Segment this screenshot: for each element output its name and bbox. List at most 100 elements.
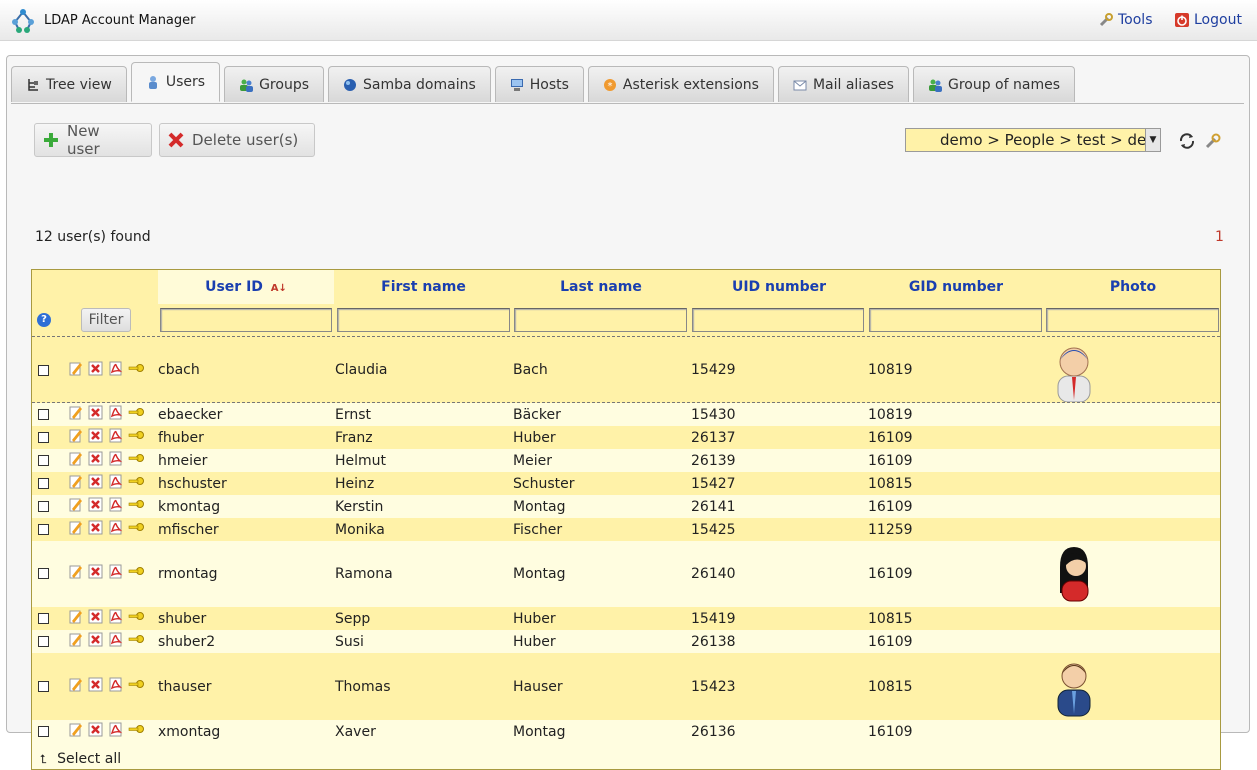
table-row[interactable]: rmontag Ramona Montag 26140 16109 — [32, 541, 1220, 607]
key-icon[interactable] — [128, 451, 145, 466]
table-row[interactable]: hmeier Helmut Meier 26139 16109 — [32, 449, 1220, 472]
edit-icon[interactable] — [68, 677, 83, 692]
page-number-link[interactable]: 1 — [1215, 229, 1224, 245]
edit-icon[interactable] — [68, 520, 83, 535]
row-checkbox[interactable] — [38, 431, 49, 443]
pdf-icon[interactable] — [108, 520, 123, 535]
pdf-icon[interactable] — [108, 451, 123, 466]
tab-samba-domains[interactable]: Samba domains — [328, 66, 491, 102]
pdf-icon[interactable] — [108, 428, 123, 443]
tools-link[interactable]: Tools — [1098, 12, 1153, 28]
key-icon[interactable] — [128, 564, 145, 579]
filter-photo-input[interactable] — [1046, 308, 1219, 332]
delete-icon[interactable] — [88, 361, 103, 376]
pdf-icon[interactable] — [108, 361, 123, 376]
edit-icon[interactable] — [68, 497, 83, 512]
key-icon[interactable] — [128, 609, 145, 624]
pdf-icon[interactable] — [108, 474, 123, 489]
row-checkbox[interactable] — [38, 477, 49, 489]
pdf-icon[interactable] — [108, 722, 123, 737]
delete-icon[interactable] — [88, 722, 103, 737]
new-user-button[interactable]: New user — [34, 122, 152, 158]
table-row[interactable]: ebaecker Ernst Bäcker 15430 10819 — [32, 403, 1220, 426]
row-checkbox[interactable] — [38, 500, 49, 512]
col-last-name-header[interactable]: Last name — [513, 270, 689, 304]
filter-uid-number-input[interactable] — [692, 308, 864, 332]
edit-icon[interactable] — [68, 451, 83, 466]
key-icon[interactable] — [128, 632, 145, 647]
col-gid-number-header[interactable]: GID number — [868, 270, 1044, 304]
row-checkbox[interactable] — [38, 612, 49, 624]
col-first-name-header[interactable]: First name — [335, 270, 512, 304]
tab-hosts[interactable]: Hosts — [494, 66, 584, 102]
edit-icon[interactable] — [68, 361, 83, 376]
edit-icon[interactable] — [68, 632, 83, 647]
row-checkbox[interactable] — [38, 635, 49, 647]
key-icon[interactable] — [128, 474, 145, 489]
filter-button[interactable]: Filter — [81, 308, 131, 332]
tab-groups[interactable]: Groups — [224, 66, 324, 102]
table-row[interactable]: fhuber Franz Huber 26137 16109 — [32, 426, 1220, 449]
edit-icon[interactable] — [68, 722, 83, 737]
delete-users-button[interactable]: Delete user(s) — [159, 123, 315, 157]
pdf-icon[interactable] — [108, 405, 123, 420]
delete-icon[interactable] — [88, 632, 103, 647]
row-checkbox[interactable] — [38, 408, 49, 420]
pdf-icon[interactable] — [108, 497, 123, 512]
key-icon[interactable] — [128, 520, 145, 535]
edit-icon[interactable] — [68, 405, 83, 420]
delete-icon[interactable] — [88, 451, 103, 466]
tab-tree-view[interactable]: Tree view — [11, 66, 127, 102]
delete-icon[interactable] — [88, 497, 103, 512]
filter-user-id-input[interactable] — [160, 308, 332, 332]
settings-wrench-icon[interactable] — [1204, 132, 1222, 150]
pdf-icon[interactable] — [108, 564, 123, 579]
table-row[interactable]: kmontag Kerstin Montag 26141 16109 — [32, 495, 1220, 518]
row-checkbox[interactable] — [38, 454, 49, 466]
delete-icon[interactable] — [88, 677, 103, 692]
tab-users[interactable]: Users — [130, 62, 221, 102]
key-icon[interactable] — [128, 428, 145, 443]
tab-asterisk-extensions[interactable]: * Asterisk extensions — [587, 66, 774, 102]
row-checkbox[interactable] — [38, 680, 49, 692]
row-checkbox[interactable] — [38, 364, 49, 376]
delete-icon[interactable] — [88, 564, 103, 579]
table-row[interactable]: shuber2 Susi Huber 26138 16109 — [32, 630, 1220, 653]
table-row[interactable]: thauser Thomas Hauser 15423 10815 — [32, 653, 1220, 720]
table-row[interactable]: mfischer Monika Fischer 15425 11259 — [32, 518, 1220, 541]
edit-icon[interactable] — [68, 474, 83, 489]
col-uid-number-header[interactable]: UID number — [691, 270, 867, 304]
tab-mail-aliases[interactable]: Mail aliases — [777, 66, 909, 102]
key-icon[interactable] — [128, 497, 145, 512]
pdf-icon[interactable] — [108, 632, 123, 647]
filter-first-name-input[interactable] — [337, 308, 510, 332]
delete-icon[interactable] — [88, 405, 103, 420]
pdf-icon[interactable] — [108, 609, 123, 624]
key-icon[interactable] — [128, 405, 145, 420]
table-row[interactable]: hschuster Heinz Schuster 15427 10815 — [32, 472, 1220, 495]
table-row[interactable]: cbach Claudia Bach 15429 10819 — [32, 336, 1220, 403]
edit-icon[interactable] — [68, 609, 83, 624]
table-row[interactable]: shuber Sepp Huber 15419 10815 — [32, 607, 1220, 630]
delete-icon[interactable] — [88, 520, 103, 535]
filter-gid-number-input[interactable] — [869, 308, 1042, 332]
key-icon[interactable] — [128, 677, 145, 692]
edit-icon[interactable] — [68, 564, 83, 579]
edit-icon[interactable] — [68, 428, 83, 443]
key-icon[interactable] — [128, 722, 145, 737]
col-user-id-header[interactable]: User ID A↓ — [158, 270, 334, 304]
delete-icon[interactable] — [88, 609, 103, 624]
pdf-icon[interactable] — [108, 677, 123, 692]
filter-last-name-input[interactable] — [514, 308, 687, 332]
dn-select[interactable]: demo > People > test > de ▼ — [905, 128, 1161, 152]
refresh-icon[interactable] — [1178, 132, 1196, 150]
help-icon[interactable]: ? — [37, 313, 51, 327]
tab-group-of-names[interactable]: Group of names — [912, 66, 1075, 102]
row-checkbox[interactable] — [38, 523, 49, 535]
select-all-link[interactable]: ⮤ Select all — [40, 751, 121, 767]
delete-icon[interactable] — [88, 428, 103, 443]
row-checkbox[interactable] — [38, 725, 49, 737]
key-icon[interactable] — [128, 361, 145, 376]
delete-icon[interactable] — [88, 474, 103, 489]
row-checkbox[interactable] — [38, 568, 49, 579]
